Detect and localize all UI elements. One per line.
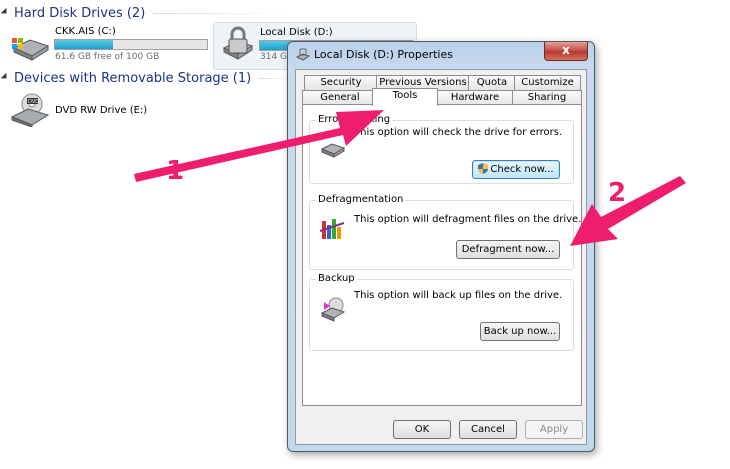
hard-drive-windows-icon bbox=[12, 38, 50, 61]
defragment-icon bbox=[320, 219, 344, 239]
tab-sharing[interactable]: Sharing bbox=[512, 90, 582, 105]
drive-lock-small-icon bbox=[295, 48, 311, 61]
hard-drive-lock-icon bbox=[222, 26, 254, 60]
tab-tools[interactable]: Tools bbox=[372, 88, 438, 106]
drive-c[interactable]: CKK.AIS (C:) 61.6 GB free of 100 GB bbox=[10, 26, 210, 66]
close-button[interactable]: x bbox=[544, 42, 588, 61]
dialog-title: Local Disk (D:) Properties bbox=[314, 48, 453, 61]
tab-customize[interactable]: Customize bbox=[514, 75, 581, 90]
drive-check-icon bbox=[320, 143, 346, 158]
drive-name: DVD RW Drive (E:) bbox=[55, 105, 148, 116]
uac-shield-icon bbox=[478, 163, 489, 174]
tab-security[interactable]: Security bbox=[304, 75, 378, 90]
section-title: Defragmentation bbox=[316, 194, 406, 205]
callout-number-1: 1 bbox=[166, 156, 185, 186]
section-description: This option will back up files on the dr… bbox=[354, 290, 563, 301]
backup-icon bbox=[320, 297, 346, 322]
group-header-removable[interactable]: Devices with Removable Storage (1) bbox=[0, 69, 290, 87]
callout-number-2: 2 bbox=[608, 178, 627, 208]
group-divider bbox=[259, 77, 290, 79]
capacity-fill bbox=[55, 40, 113, 49]
section-description: This option will check the drive for err… bbox=[354, 127, 563, 138]
tools-tab-panel: Error-checking This option will check th… bbox=[302, 104, 582, 406]
group-title: Hard Disk Drives (2) bbox=[14, 5, 146, 21]
button-label: Check now... bbox=[490, 164, 554, 175]
back-up-now-button[interactable]: Back up now... bbox=[480, 322, 560, 341]
tab-hardware[interactable]: Hardware bbox=[436, 90, 514, 105]
section-description: This option will defragment files on the… bbox=[354, 214, 582, 225]
tab-general[interactable]: General bbox=[302, 90, 378, 105]
section-title: Backup bbox=[316, 273, 357, 284]
section-title: Error-checking bbox=[316, 114, 393, 125]
drive-name: CKK.AIS (C:) bbox=[55, 26, 116, 37]
dvd-drive-icon: DVD bbox=[10, 93, 50, 127]
dialog-client-area: Security Previous Versions Quota Customi… bbox=[295, 69, 587, 445]
apply-button[interactable]: Apply bbox=[525, 420, 583, 439]
check-now-button[interactable]: Check now... bbox=[472, 160, 560, 179]
backup-section: Backup This option will back up files on… bbox=[309, 273, 574, 351]
cancel-button[interactable]: Cancel bbox=[459, 420, 517, 439]
tab-quota[interactable]: Quota bbox=[468, 75, 516, 90]
defragment-now-button[interactable]: Defragment now... bbox=[456, 240, 560, 259]
group-header-hard-disk[interactable]: Hard Disk Drives (2) bbox=[0, 4, 290, 22]
error-checking-section: Error-checking This option will check th… bbox=[309, 114, 574, 184]
svg-text:DVD: DVD bbox=[28, 99, 39, 105]
drive-e[interactable]: DVD DVD RW Drive (E:) bbox=[10, 93, 210, 133]
defragmentation-section: Defragmentation This option will defragm… bbox=[309, 194, 581, 270]
group-divider bbox=[153, 12, 290, 14]
drive-free-space: 61.6 GB free of 100 GB bbox=[55, 52, 160, 62]
capacity-bar bbox=[54, 39, 208, 50]
drive-name: Local Disk (D:) bbox=[260, 27, 333, 38]
ok-button[interactable]: OK bbox=[393, 420, 451, 439]
group-title: Devices with Removable Storage (1) bbox=[14, 70, 252, 86]
properties-dialog: Local Disk (D:) Properties x Security Pr… bbox=[287, 41, 595, 452]
